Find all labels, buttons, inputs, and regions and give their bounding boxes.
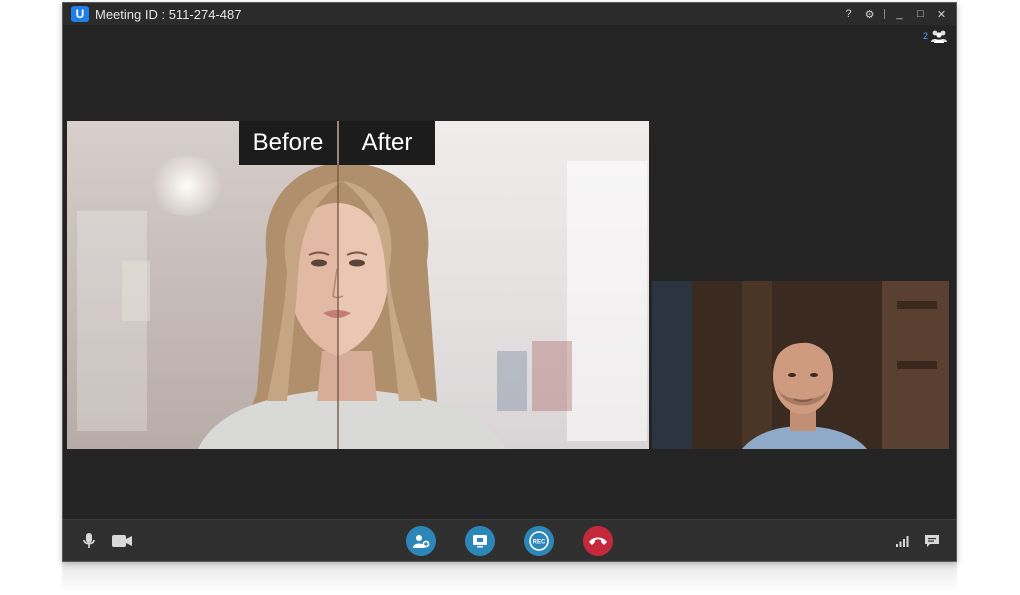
background-door [567, 161, 647, 441]
microphone-icon[interactable] [77, 529, 101, 553]
signal-icon[interactable] [890, 529, 914, 553]
meeting-id-title: Meeting ID : 511-274-487 [95, 6, 242, 22]
window-reflection [62, 562, 957, 592]
help-icon[interactable]: ? [840, 5, 857, 23]
record-icon: REC [529, 531, 549, 551]
presenter-figure [198, 162, 506, 449]
minimize-icon[interactable]: _ [891, 5, 908, 23]
add-participant-button[interactable] [406, 526, 436, 556]
before-after-divider [337, 121, 339, 449]
maximize-icon[interactable]: □ [912, 5, 929, 23]
screen-share-button[interactable] [465, 526, 495, 556]
title-bar[interactable]: U Meeting ID : 511-274-487 ? ⚙ _ □ ✕ [63, 3, 956, 25]
svg-text:REC: REC [533, 540, 546, 546]
meeting-toolbar: REC [63, 519, 956, 561]
close-icon[interactable]: ✕ [933, 5, 950, 23]
camera-icon[interactable] [110, 529, 134, 553]
hang-up-button[interactable] [583, 526, 613, 556]
add-participant-icon [413, 535, 430, 548]
participants-indicator[interactable]: 2 [923, 29, 948, 43]
app-logo-icon: U [71, 6, 89, 22]
meeting-window: U Meeting ID : 511-274-487 ? ⚙ _ □ ✕ 2 B… [62, 2, 957, 562]
window-controls: ? ⚙ _ □ ✕ [840, 3, 950, 25]
main-video-feed[interactable]: Before After [67, 121, 649, 449]
participants-icon [931, 30, 947, 43]
screen-share-icon [473, 535, 487, 548]
chat-icon[interactable] [920, 529, 944, 553]
participant-figure [652, 281, 949, 449]
participant-video-feed[interactable] [652, 281, 949, 449]
record-button[interactable]: REC [524, 526, 554, 556]
before-label: Before [239, 121, 337, 165]
after-label: After [339, 121, 435, 165]
participant-count: 2 [922, 31, 928, 41]
hang-up-icon [589, 537, 607, 545]
settings-icon[interactable]: ⚙ [861, 5, 878, 23]
controls-divider [884, 9, 885, 19]
